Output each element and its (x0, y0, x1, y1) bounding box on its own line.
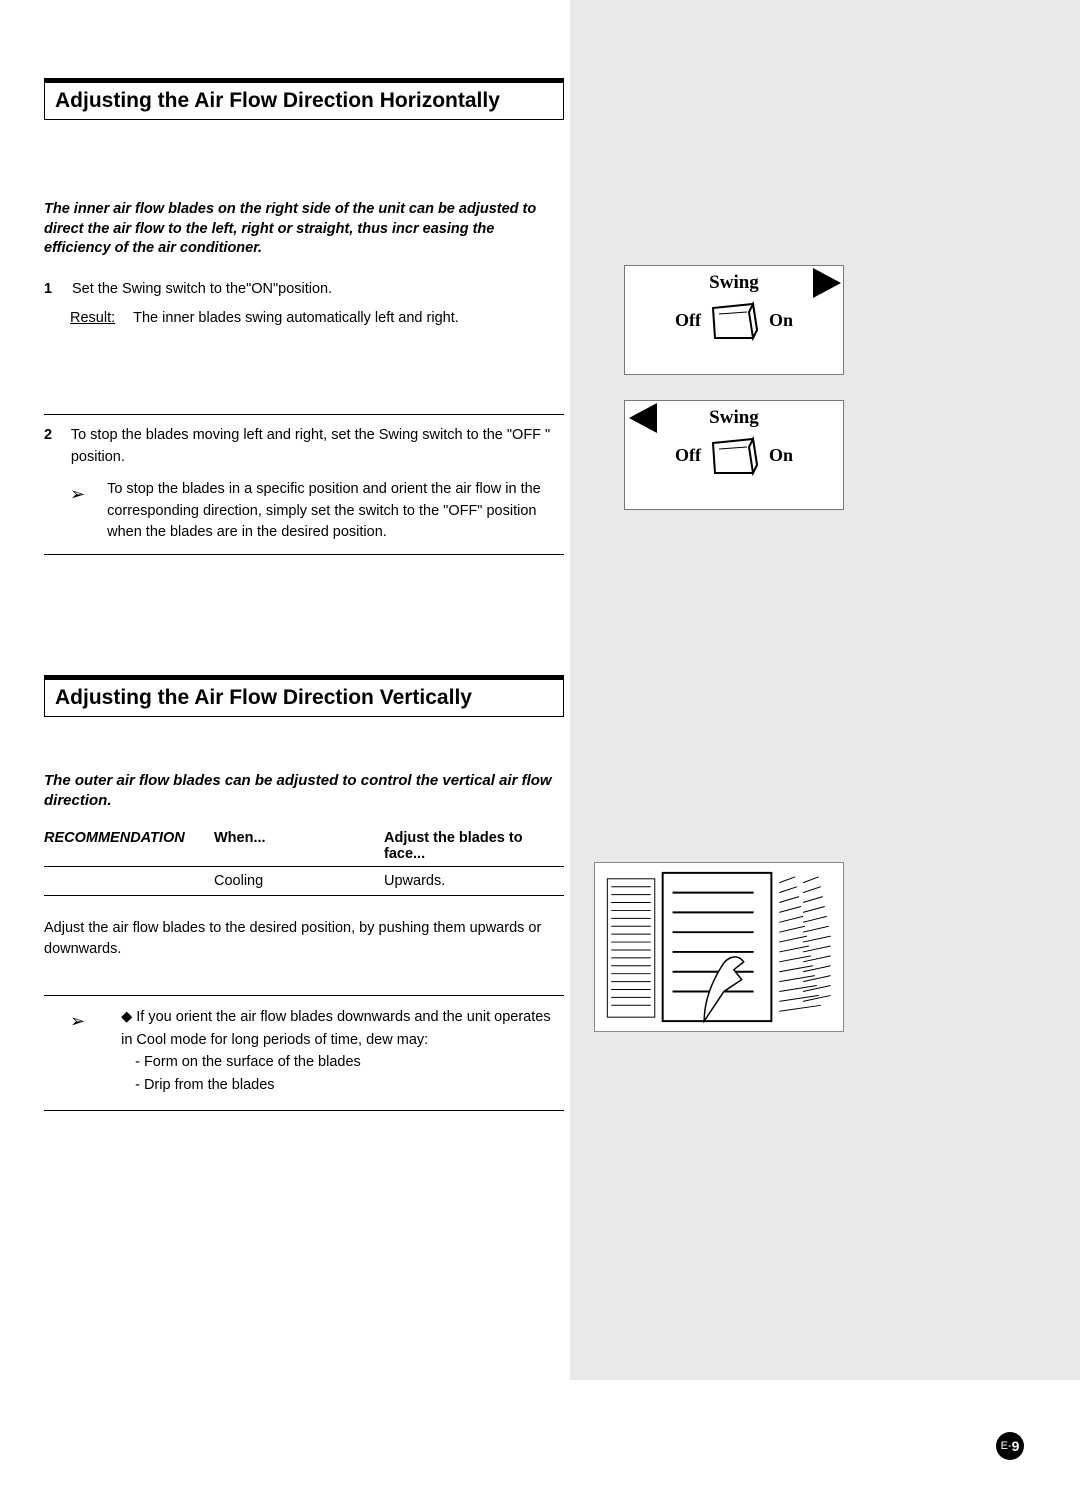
step-2: 2 To stop the blades moving left and rig… (44, 425, 564, 469)
step-number: 1 (44, 279, 58, 301)
arrow-off-icon (629, 403, 657, 433)
cell-when: Cooling (214, 873, 384, 889)
step-1: 1 Set the Swing switch to the"ON"positio… (44, 279, 564, 301)
divider (44, 554, 564, 555)
divider (44, 414, 564, 415)
adjust-paragraph: Adjust the air flow blades to the desire… (44, 918, 564, 962)
step-text: To stop the blades moving left and right… (71, 425, 564, 469)
col-adjust: Adjust the blades to face... (384, 830, 564, 862)
note-arrow-icon: ➢ (70, 1006, 85, 1096)
note-arrow-icon: ➢ (70, 479, 85, 544)
arrow-on-icon (813, 268, 841, 298)
diamond-bullet-icon: ◆ (121, 1009, 132, 1025)
section-heading-horizontal: Adjusting the Air Flow Direction Horizon… (44, 78, 564, 120)
recommendation-table: RECOMMENDATION When... Adjust the blades… (44, 830, 564, 896)
warning-lead: ◆ If you orient the air flow blades down… (107, 1006, 564, 1051)
result-label: Result: (70, 310, 115, 326)
ac-unit-icon (709, 433, 761, 477)
warning-block: ➢ ◆ If you orient the air flow blades do… (70, 1006, 564, 1096)
page-prefix: E- (1001, 1440, 1012, 1452)
swing-diagram-off: Swing Off On (624, 400, 844, 510)
note-block: ➢ To stop the blades in a specific posit… (70, 479, 564, 544)
sidebar-gray-bg (570, 0, 1080, 1380)
cell-adjust: Upwards. (384, 873, 564, 889)
swing-diagram-on: Swing Off On (624, 265, 844, 375)
note-text: To stop the blades in a specific positio… (107, 479, 564, 544)
warning-item: - Form on the surface of the blades (107, 1051, 564, 1073)
swing-off-label: Off (675, 310, 701, 331)
table-row: Cooling Upwards. (44, 867, 564, 896)
vertical-blade-illustration (594, 862, 844, 1032)
page-num: 9 (1012, 1438, 1020, 1454)
divider (44, 1110, 564, 1111)
ac-unit-icon (709, 298, 761, 342)
heading-text: Adjusting the Air Flow Direction Vertica… (45, 676, 563, 716)
intro-horizontal: The inner air flow blades on the right s… (44, 200, 564, 259)
heading-text: Adjusting the Air Flow Direction Horizon… (45, 79, 563, 119)
swing-off-label: Off (675, 445, 701, 466)
rec-label: RECOMMENDATION (44, 830, 214, 862)
col-when: When... (214, 830, 384, 862)
result-row: Result: The inner blades swing automatic… (70, 310, 564, 326)
swing-title: Swing (625, 407, 843, 429)
intro-vertical: The outer air flow blades can be adjuste… (44, 771, 564, 812)
divider (44, 995, 564, 996)
section-heading-vertical: Adjusting the Air Flow Direction Vertica… (44, 675, 564, 717)
swing-on-label: On (769, 445, 793, 466)
result-text: The inner blades swing automatically lef… (133, 310, 459, 326)
swing-title: Swing (625, 272, 843, 294)
swing-on-label: On (769, 310, 793, 331)
page-number-badge: E-9 (996, 1432, 1024, 1460)
warning-item: - Drip from the blades (107, 1074, 564, 1096)
step-number: 2 (44, 425, 57, 469)
step-text: Set the Swing switch to the"ON"position. (72, 279, 332, 301)
